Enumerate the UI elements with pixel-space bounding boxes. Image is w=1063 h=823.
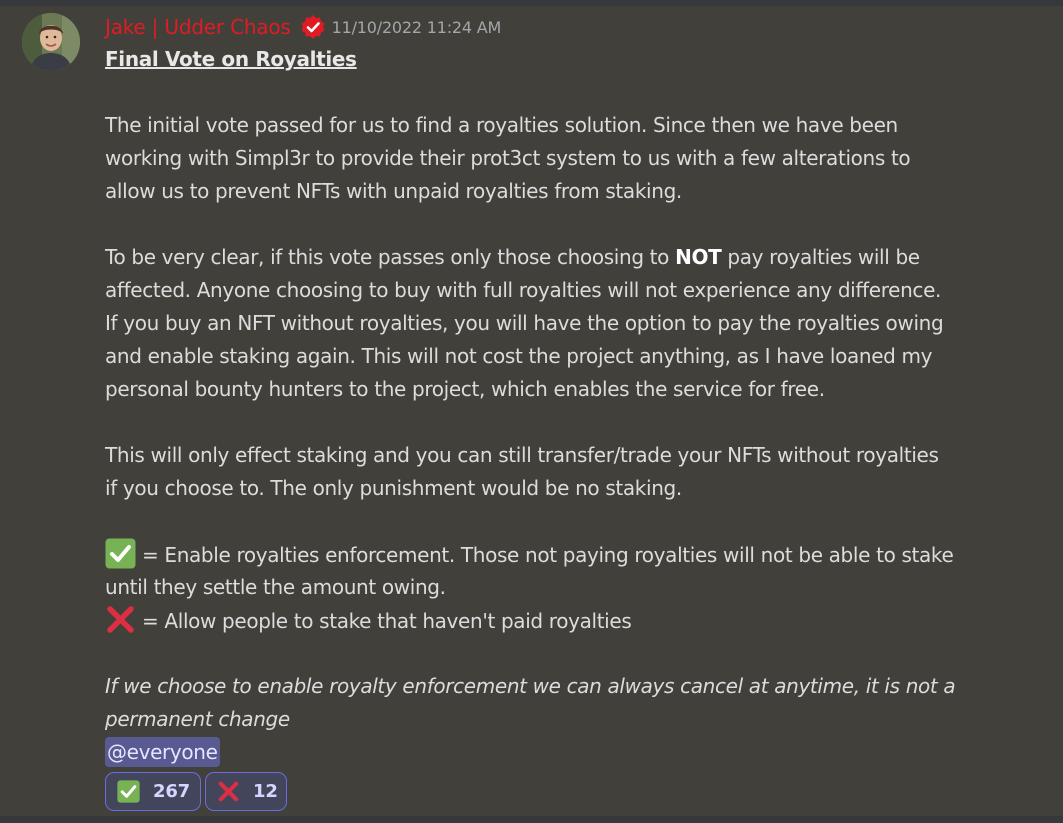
paragraph-3-line: if you choose to. The only punishment wo…: [105, 476, 682, 500]
white-check-mark-icon: [117, 780, 140, 803]
option-no-text: = Allow people to stake that haven't pai…: [142, 609, 632, 633]
paragraph-2-line: and enable staking again. This will not …: [105, 344, 933, 368]
message-title: Final Vote on Royalties: [105, 47, 357, 71]
reaction-cross-button[interactable]: 12: [205, 772, 287, 811]
bold-text: NOT: [675, 245, 722, 269]
option-yes-line: = Enable royalties enforcement. Those no…: [105, 538, 1035, 571]
everyone-mention[interactable]: @everyone: [105, 737, 220, 767]
message-timestamp[interactable]: 11/10/2022 11:24 AM: [332, 18, 502, 37]
option-yes-text: = Enable royalties enforcement. Those no…: [142, 543, 954, 567]
reactions-bar: 267 12: [105, 772, 291, 811]
paragraph-2-line: If you buy an NFT without royalties, you…: [105, 311, 944, 335]
reaction-count: 12: [253, 781, 278, 802]
text-segment: pay royalties will be: [721, 245, 920, 269]
top-divider: [0, 0, 1063, 6]
paragraph-2-line: affected. Anyone choosing to buy with fu…: [105, 278, 942, 302]
bottom-divider: [0, 816, 1063, 823]
verified-badge-icon: [300, 14, 326, 40]
paragraph-1-line: The initial vote passed for us to find a…: [105, 113, 898, 137]
reaction-check-button[interactable]: 267: [105, 772, 201, 811]
mention-line: @everyone: [105, 736, 1035, 769]
message-header: Jake | Udder Chaos 11/10/2022 11:24 AM: [105, 12, 501, 42]
note-line: If we choose to enable royalty enforceme…: [105, 674, 956, 698]
cross-mark-icon: [105, 604, 136, 635]
reaction-count: 267: [153, 781, 190, 802]
white-check-mark-icon: [105, 538, 136, 569]
paragraph-3-line: This will only effect staking and you ca…: [105, 443, 939, 467]
cross-mark-icon: [217, 780, 240, 803]
paragraph-1-line: working with Simpl3r to provide their pr…: [105, 146, 911, 170]
paragraph-1-line: allow us to prevent NFTs with unpaid roy…: [105, 179, 682, 203]
option-no-line: = Allow people to stake that haven't pai…: [105, 604, 1035, 637]
paragraph-2-line: To be very clear, if this vote passes on…: [105, 241, 1035, 274]
note-line: permanent change: [105, 707, 290, 731]
option-yes-line: until they settle the amount owing.: [105, 575, 446, 599]
author-avatar[interactable]: [22, 13, 80, 71]
message-content: Final Vote on Royalties The initial vote…: [105, 43, 1035, 769]
text-segment: To be very clear, if this vote passes on…: [105, 245, 676, 269]
author-name[interactable]: Jake | Udder Chaos: [105, 15, 291, 39]
paragraph-2-line: personal bounty hunters to the project, …: [105, 377, 825, 401]
